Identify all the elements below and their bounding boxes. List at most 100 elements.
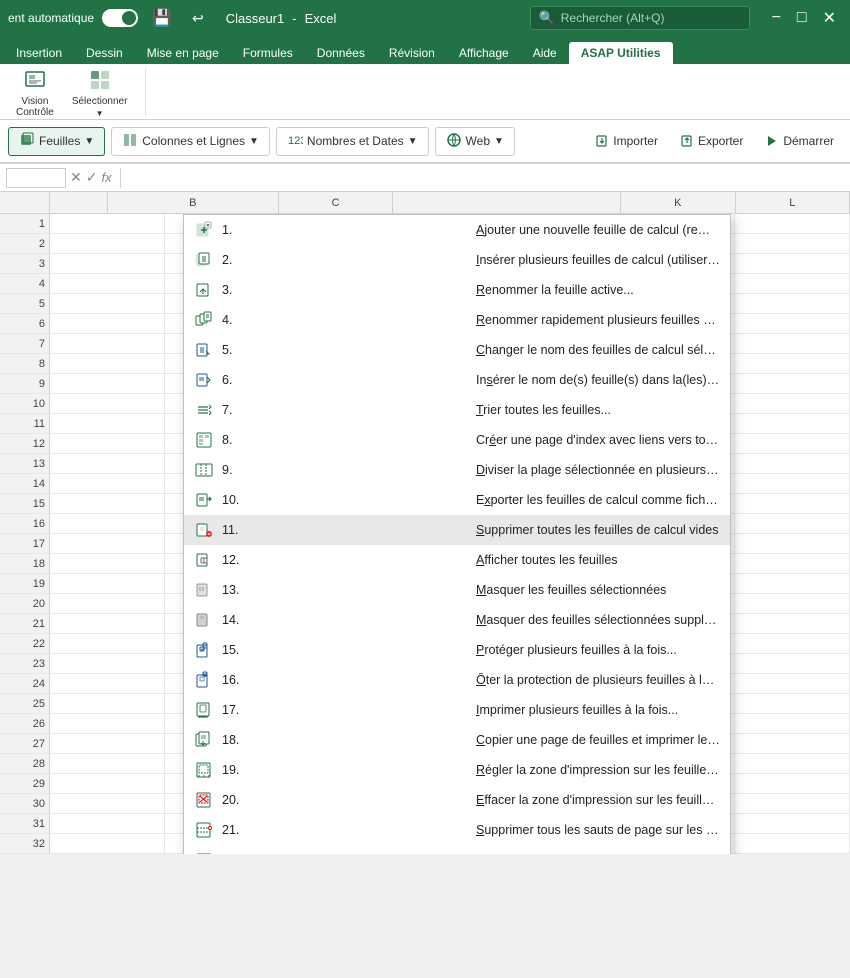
web-dropdown-btn[interactable]: Web ▼ (435, 127, 515, 156)
cell[interactable] (735, 554, 850, 573)
cell[interactable] (735, 234, 850, 253)
menu-item-12[interactable]: 12. Afficher toutes les feuilles (184, 545, 730, 575)
cell[interactable] (735, 394, 850, 413)
cell[interactable] (735, 834, 850, 853)
cell[interactable] (50, 814, 165, 833)
demarrer-button[interactable]: Démarrer (757, 131, 842, 151)
col-header-d[interactable] (393, 192, 621, 213)
cell[interactable] (735, 374, 850, 393)
cell[interactable] (50, 334, 165, 353)
cell[interactable] (50, 474, 165, 493)
cell[interactable] (50, 694, 165, 713)
menu-item-19[interactable]: 19. Régler la zone d'impression sur les … (184, 755, 730, 785)
cell[interactable] (50, 834, 165, 853)
selectionner-button[interactable]: Sélectionner ▼ (64, 62, 136, 122)
menu-item-2[interactable]: 2. Insérer plusieurs feuilles de calcul … (184, 245, 730, 275)
cell[interactable] (735, 534, 850, 553)
cell[interactable] (735, 714, 850, 733)
menu-item-3[interactable]: 3. Renommer la feuille active... (184, 275, 730, 305)
col-header-l[interactable]: L (736, 192, 850, 213)
close-button[interactable]: ✕ (817, 6, 842, 30)
tab-dessin[interactable]: Dessin (74, 42, 135, 64)
menu-item-8[interactable]: 8. Créer une page d'index avec liens ver… (184, 425, 730, 455)
cell[interactable] (50, 234, 165, 253)
cell[interactable] (50, 414, 165, 433)
cell[interactable] (50, 494, 165, 513)
menu-item-11[interactable]: 11. Supprimer toutes les feuilles de cal… (184, 515, 730, 545)
menu-item-6[interactable]: 6. Insérer le nom de(s) feuille(s) dans … (184, 365, 730, 395)
cell[interactable] (50, 774, 165, 793)
nombres-dropdown-btn[interactable]: 123 Nombres et Dates ▼ (276, 127, 429, 156)
cell[interactable] (50, 674, 165, 693)
tab-revision[interactable]: Révision (377, 42, 447, 64)
col-header-b[interactable]: B (108, 192, 279, 213)
cell[interactable] (735, 274, 850, 293)
col-header-a[interactable] (50, 192, 108, 213)
tab-aide[interactable]: Aide (521, 42, 569, 64)
menu-item-13[interactable]: 13. Masquer les feuilles sélectionnées (184, 575, 730, 605)
menu-item-9[interactable]: 9. Diviser la plage sélectionnée en plus… (184, 455, 730, 485)
vision-controle-button[interactable]: VisionContrôle (8, 62, 62, 122)
cell[interactable] (735, 214, 850, 233)
cell[interactable] (735, 754, 850, 773)
save-button[interactable]: 💾 (146, 6, 178, 30)
menu-item-14[interactable]: 14. Masquer des feuilles sélectionnées s… (184, 605, 730, 635)
cell[interactable] (735, 454, 850, 473)
cell-reference-input[interactable] (6, 168, 66, 188)
cell[interactable] (50, 634, 165, 653)
menu-item-17[interactable]: 17. Imprimer plusieurs feuilles à la foi… (184, 695, 730, 725)
search-input[interactable] (561, 11, 731, 25)
cell[interactable] (50, 614, 165, 633)
cell[interactable] (50, 574, 165, 593)
menu-item-16[interactable]: 16. Ôter la protection de plusieurs feui… (184, 665, 730, 695)
cell[interactable] (735, 734, 850, 753)
cell[interactable] (735, 814, 850, 833)
cell[interactable] (735, 514, 850, 533)
cell[interactable] (735, 654, 850, 673)
cell[interactable] (735, 314, 850, 333)
cell[interactable] (50, 314, 165, 333)
feuilles-dropdown-btn[interactable]: Feuilles ▼ (8, 127, 105, 156)
menu-item-7[interactable]: 7. Trier toutes les feuilles... (184, 395, 730, 425)
menu-item-22[interactable]: 22. Figer les volets sur plusieurs feuil… (184, 845, 730, 854)
menu-item-18[interactable]: 18. Copier une page de feuilles et impri… (184, 725, 730, 755)
cell[interactable] (735, 414, 850, 433)
tab-mise-en-page[interactable]: Mise en page (135, 42, 231, 64)
menu-item-15[interactable]: 15. Protéger plusieurs feuilles à la foi… (184, 635, 730, 665)
cell[interactable] (735, 634, 850, 653)
menu-item-1[interactable]: 1. Ajouter une nouvelle feuille de calcu… (184, 215, 730, 245)
cell[interactable] (50, 714, 165, 733)
menu-item-21[interactable]: 21. Supprimer tous les sauts de page sur… (184, 815, 730, 845)
cell[interactable] (735, 494, 850, 513)
cell[interactable] (50, 734, 165, 753)
cell[interactable] (50, 554, 165, 573)
cell[interactable] (50, 794, 165, 813)
cell[interactable] (50, 294, 165, 313)
tab-insertion[interactable]: Insertion (4, 42, 74, 64)
tab-formules[interactable]: Formules (231, 42, 305, 64)
cell[interactable] (735, 474, 850, 493)
cell[interactable] (735, 294, 850, 313)
cell[interactable] (50, 454, 165, 473)
cell[interactable] (50, 754, 165, 773)
menu-item-5[interactable]: 5. Changer le nom des feuilles de calcul… (184, 335, 730, 365)
cell[interactable] (735, 254, 850, 273)
tab-affichage[interactable]: Affichage (447, 42, 521, 64)
cell[interactable] (735, 794, 850, 813)
cell[interactable] (50, 374, 165, 393)
tab-asap-utilities[interactable]: ASAP Utilities (569, 42, 673, 64)
cell[interactable] (735, 434, 850, 453)
maximize-button[interactable]: □ (791, 6, 813, 30)
cell[interactable] (50, 534, 165, 553)
tab-donnees[interactable]: Données (305, 42, 377, 64)
menu-item-4[interactable]: 4. Renommer rapidement plusieurs feuille… (184, 305, 730, 335)
cell[interactable] (50, 214, 165, 233)
cell[interactable] (50, 274, 165, 293)
col-header-k[interactable]: K (621, 192, 735, 213)
undo-button[interactable]: ↩ (186, 8, 210, 29)
cell[interactable] (50, 394, 165, 413)
colonnes-dropdown-btn[interactable]: Colonnes et Lignes ▼ (111, 127, 270, 156)
importer-button[interactable]: Importer (587, 131, 666, 151)
cell[interactable] (735, 354, 850, 373)
formula-input[interactable] (129, 171, 844, 185)
